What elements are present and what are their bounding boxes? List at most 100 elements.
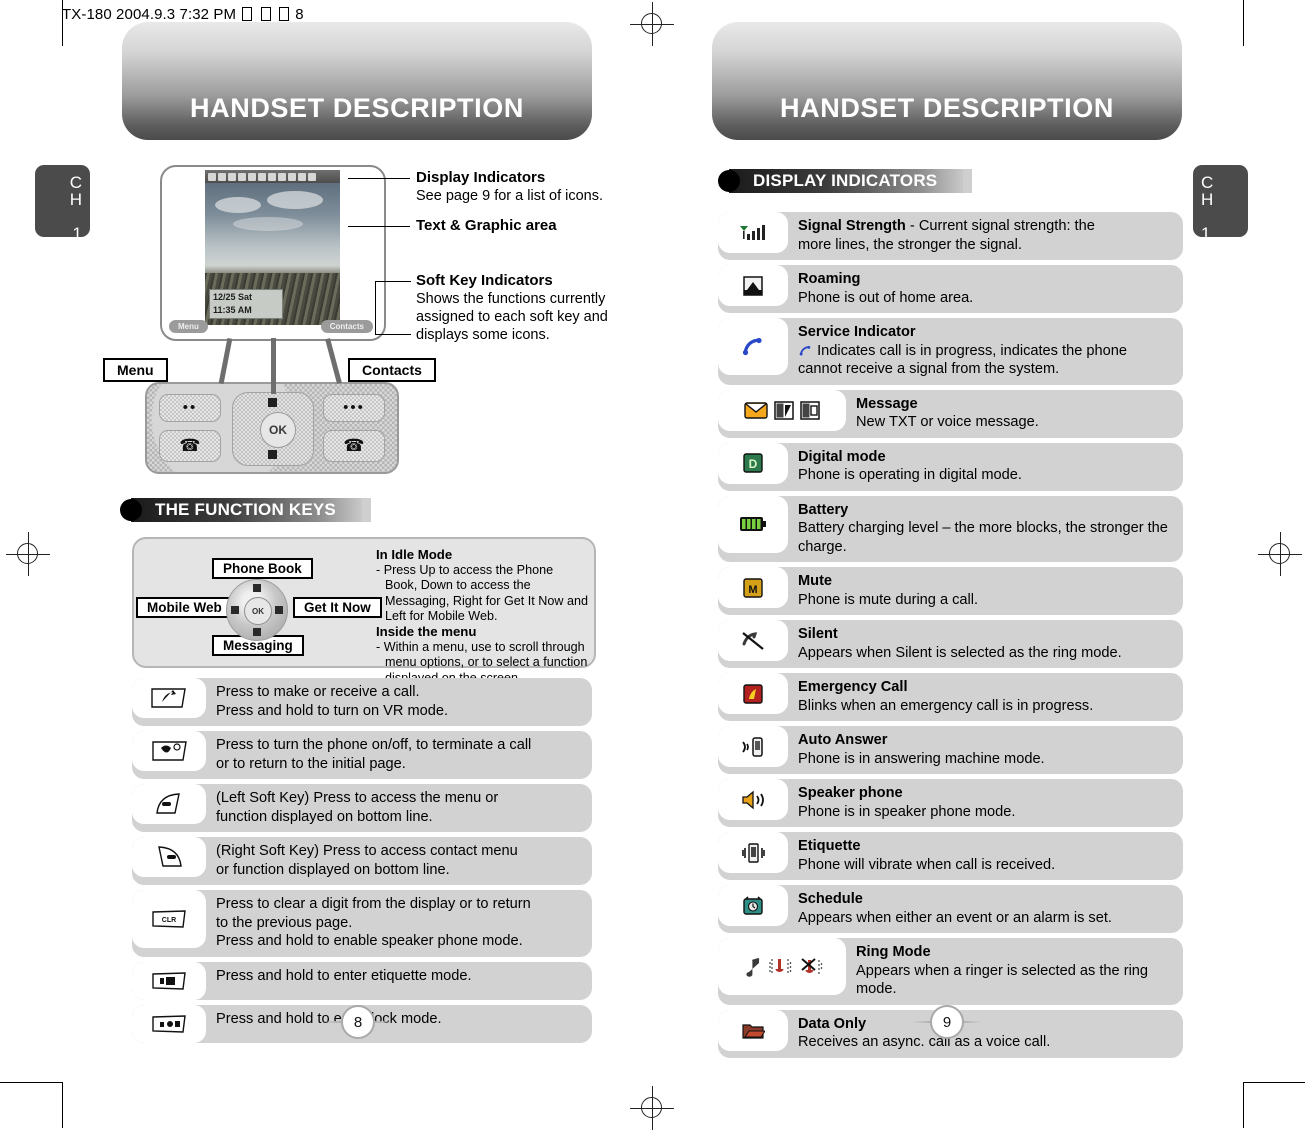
emergency-call-icon [718,673,788,714]
indicator-desc-text: Indicates call is in progress, indicates… [798,342,1127,378]
idle-mode-heading: In Idle Mode [376,547,453,562]
chapter-tab-h: H [1201,190,1214,209]
chapter-tab-left: C H 1 [35,165,90,242]
indicator-desc: Indicates call is in progress, indicates… [798,342,1173,379]
callout-menu: Menu [103,358,168,382]
indicator-row: D Digital mode Phone is operating in dig… [718,442,1183,491]
chapter-tab-right: C H 1 [1193,165,1248,242]
indicator-text: Emergency Call Blinks when an emergency … [788,673,1103,721]
mute-icon: M [718,567,788,608]
indicator-desc: Phone is operating in digital mode. [798,467,1022,483]
silent-icon [718,620,788,661]
row-line: to the previous page. [216,914,353,931]
function-key-row: (Right Soft Key) Press to access contact… [132,837,592,885]
indicator-row: Ring Mode Appears when a ringer is selec… [718,938,1183,1005]
function-key-text: Press and hold to enter etiquette mode. [206,962,482,1000]
indicator-title: Message [856,395,918,412]
row-line: Press to turn the phone on/off, to termi… [216,737,532,753]
nav-down-dot [253,628,261,636]
right-banner-title: HANDSET DESCRIPTION [780,93,1114,123]
function-key-row: Press to turn the phone on/off, to termi… [132,731,592,779]
idle-mode-body: - Press Up to access the Phone Book, Dow… [376,563,588,623]
nav-up-dot [253,584,261,592]
left-soft-key-glyph [156,793,180,814]
page-number-right: 9 [912,1005,982,1039]
function-key-text: Press to make or receive a call. Press a… [206,678,458,726]
indicator-row: Emergency Call Blinks when an emergency … [718,673,1183,721]
keypad-end-key: ☎ [323,430,385,462]
indicator-text: Silent Appears when Silent is selected a… [788,620,1132,668]
function-key-rows: Press to make or receive a call. Press a… [132,678,592,1048]
section-header-bar: DISPLAY INDICATORS [729,169,964,193]
page-number-value: 8 [341,1005,375,1039]
callout-menu-label: Menu [117,362,154,378]
right-page: HANDSET DESCRIPTION C H 1 DISPLAY INDICA… [660,0,1270,1128]
message-envelope-icon [744,401,768,419]
clear-key-icon: CLR [132,890,206,948]
message-icons-group [718,389,846,431]
nav-label-text: Mobile Web [147,600,222,615]
nav-down-marker [268,450,277,459]
function-key-row: (Left Soft Key) Press to access the menu… [132,784,592,832]
indicator-title: Signal Strength [798,218,906,234]
auto-answer-icon [718,726,788,767]
clear-key-glyph: CLR [152,910,186,928]
row-line: (Right Soft Key) Press to access contact… [216,843,518,859]
svg-text:M: M [748,584,757,596]
indicator-row: Auto Answer Phone is in answering machin… [718,726,1183,774]
left-soft-key-icon [132,784,206,824]
indicator-row: Speaker phone Phone is in speaker phone … [718,779,1183,827]
indicator-desc: Phone is out of home area. [798,289,974,306]
lcd-soft-key-center: · [254,320,275,333]
lcd-soft-key-right: Contacts [320,320,373,333]
indicator-desc: Appears when a ringer is selected as the… [856,962,1149,998]
leader-bracket-soft-keys [375,281,411,335]
indicator-text: Digital mode Phone is operating in digit… [788,443,1032,491]
section-header-function-keys: THE FUNCTION KEYS [120,498,371,522]
indicator-desc: Appears when either an event or an alarm… [798,909,1112,926]
keypad-send-key: ☎ [159,430,221,462]
voice-message-icon [800,400,820,420]
indicator-desc: Appears when Silent is selected as the r… [798,644,1122,661]
lcd-soft-key-left: Menu [169,320,208,333]
inside-menu-heading: Inside the menu [376,624,477,640]
section-header-display-indicators: DISPLAY INDICATORS [718,169,973,193]
indicator-text: Mute Phone is mute during a call. [788,567,988,615]
roaming-icon [718,265,788,306]
indicator-title: Emergency Call [798,679,908,695]
indicator-row: Message New TXT or voice message. [718,389,1183,438]
indicator-text: Message New TXT or voice message. [846,390,1049,438]
function-key-text: (Right Soft Key) Press to access contact… [206,837,528,885]
callout-arrow-center [271,338,276,394]
indicator-text: Ring Mode Appears when a ringer is selec… [846,938,1183,1005]
end-key-glyph [152,741,187,761]
keypad-left-soft-key: •• [159,394,221,422]
lcd-date: 12/25 Sat [213,292,253,302]
indicator-desc: Phone is in speaker phone mode. [798,803,1016,820]
indicator-row: Schedule Appears when either an event or… [718,885,1183,933]
nav-up-marker [268,398,277,407]
indicator-desc: more lines, the stronger the signal. [798,236,1022,253]
indicator-title: Silent [798,626,838,642]
indicator-text: Schedule Appears when either an event or… [788,885,1122,933]
indicator-title-suffix: - Current signal strength: the [905,218,1095,234]
navigation-key-art: OK [226,579,288,641]
indicator-desc: Phone is mute during a call. [798,591,979,608]
callout-arrow-right [325,338,342,384]
annotation-title: Text & Graphic area [416,217,557,234]
nav-label-phone-book: Phone Book [212,558,313,579]
chapter-tab-h: H [69,190,82,209]
text-message-icon [774,400,794,420]
lcd-status-bar [205,170,340,183]
nav-label-text: Get It Now [304,600,371,615]
leader-line-display-indicators [348,178,410,179]
lock-key-glyph [152,1014,186,1033]
left-page: HANDSET DESCRIPTION C H 1 12/25 Sat 11:3… [35,0,645,1128]
row-line: Press and hold to turn on VR mode. [216,702,449,719]
chapter-tab-number: 1 [72,224,82,243]
section-header-bar: THE FUNCTION KEYS [131,498,362,522]
function-keys-description: In Idle Mode - Press Up to access the Ph… [376,547,588,686]
annotation-title: Display Indicators [416,169,546,186]
indicator-title: Ring Mode [856,944,931,960]
keypad-right-soft-key: ••• [323,394,385,422]
